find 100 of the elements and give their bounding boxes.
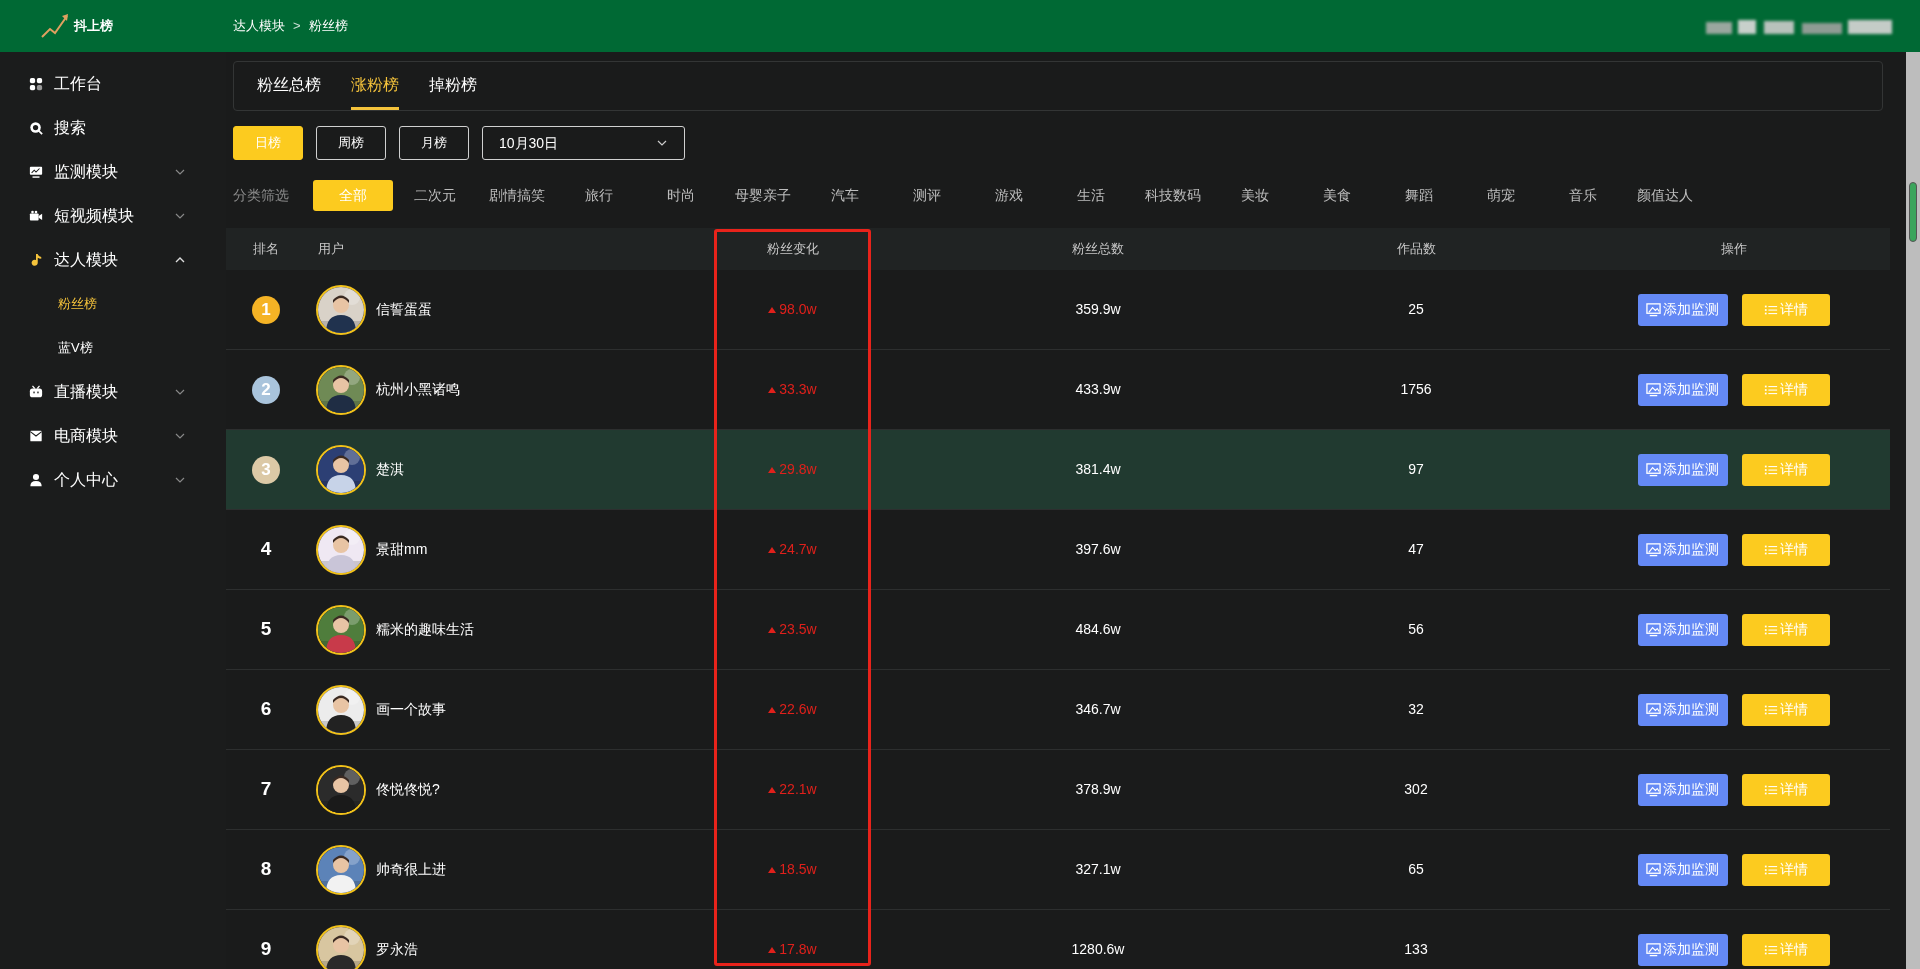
category-option[interactable]: 时尚 [641, 180, 721, 211]
up-triangle-icon [768, 786, 777, 793]
up-triangle-icon [768, 466, 777, 473]
works-count: 97 [1408, 460, 1424, 479]
tab[interactable]: 粉丝总榜 [257, 62, 321, 110]
avatar[interactable] [316, 284, 366, 335]
table-row[interactable]: 8 帅奇很上进 18.5w 327.1w 65 添加监测 详情 [226, 830, 1890, 910]
monitor-icon [1646, 622, 1661, 637]
fans-change: 18.5w [779, 860, 817, 879]
fans-total: 359.9w [1075, 300, 1121, 319]
category-option[interactable]: 生活 [1051, 180, 1131, 211]
user-name[interactable]: 景甜mm [376, 539, 428, 560]
filter-label: 分类筛选 [233, 186, 290, 205]
monitor-icon [1646, 542, 1661, 557]
avatar[interactable] [316, 364, 366, 415]
rank-number: 6 [260, 697, 272, 722]
sidebar-subitem[interactable]: 粉丝榜 [58, 294, 97, 314]
tab[interactable]: 掉粉榜 [429, 62, 477, 110]
works-count: 1756 [1400, 380, 1432, 399]
table-row[interactable]: 5 糯米的趣味生活 23.5w 484.6w 56 添加监测 详情 [226, 590, 1890, 670]
sidebar-item[interactable]: 电商模块 [54, 424, 174, 448]
avatar[interactable] [316, 844, 366, 895]
period-button[interactable]: 月榜 [399, 126, 469, 160]
breadcrumb-item[interactable]: 达人模块 [233, 16, 285, 36]
works-count: 56 [1408, 620, 1424, 639]
sidebar-item[interactable]: 监测模块 [54, 160, 174, 184]
works-count: 133 [1404, 940, 1428, 959]
user-name[interactable]: 糯米的趣味生活 [376, 619, 474, 640]
sidebar-item[interactable]: 直播模块 [54, 380, 174, 404]
category-option[interactable]: 音乐 [1543, 180, 1623, 211]
sidebar-item[interactable]: 达人模块 [54, 248, 174, 272]
period-button[interactable]: 周榜 [316, 126, 386, 160]
avatar[interactable] [316, 764, 366, 815]
avatar[interactable] [316, 524, 366, 575]
sidebar-item[interactable]: 搜索 [54, 116, 186, 140]
avatar[interactable] [316, 684, 366, 735]
fans-total: 381.4w [1075, 460, 1121, 479]
fans-total: 1280.6w [1071, 940, 1125, 959]
works-count: 25 [1408, 300, 1424, 319]
category-option[interactable]: 游戏 [969, 180, 1049, 211]
category-option[interactable]: 科技数码 [1133, 180, 1213, 211]
category-option[interactable]: 颜值达人 [1625, 180, 1705, 211]
sidebar-item[interactable]: 个人中心 [54, 468, 174, 492]
rank-badge: 1 [252, 295, 280, 324]
monitor-icon [1646, 862, 1661, 877]
column-header[interactable]: 用户 [318, 239, 344, 259]
avatar[interactable] [316, 924, 366, 969]
user-name[interactable]: 帅奇很上进 [376, 859, 446, 880]
category-option[interactable]: 旅行 [559, 180, 639, 211]
tab[interactable]: 涨粉榜 [351, 62, 399, 110]
rank-number: 7 [260, 777, 272, 802]
table-row[interactable]: 3 楚淇 29.8w 381.4w 97 添加监测 详情 [226, 430, 1890, 510]
works-count: 65 [1408, 860, 1424, 879]
rank-number: 4 [260, 537, 272, 562]
breadcrumb-item[interactable]: 粉丝榜 [308, 16, 348, 36]
avatar[interactable] [316, 604, 366, 655]
user-name[interactable]: 楚淇 [376, 459, 404, 480]
up-triangle-icon [768, 706, 777, 713]
monitor-icon [1646, 702, 1661, 717]
category-option[interactable]: 汽车 [805, 180, 885, 211]
category-option[interactable]: 母婴亲子 [723, 180, 803, 211]
table-row[interactable]: 1 信誓蛋蛋 98.0w 359.9w 25 添加监测 详情 [226, 270, 1890, 350]
category-option[interactable]: 剧情搞笑 [477, 180, 557, 211]
up-triangle-icon [768, 386, 777, 393]
category-option[interactable]: 舞蹈 [1379, 180, 1459, 211]
music-note-icon [29, 253, 43, 267]
table-row[interactable]: 4 景甜mm 24.7w 397.6w 47 添加监测 详情 [226, 510, 1890, 590]
column-header[interactable]: 作品数 [1396, 239, 1436, 259]
user-name[interactable]: 杭州小黑诸鸣 [376, 379, 460, 400]
category-option[interactable]: 二次元 [395, 180, 475, 211]
sidebar-item[interactable]: 工作台 [54, 72, 186, 96]
fans-total: 433.9w [1075, 380, 1121, 399]
works-count: 47 [1408, 540, 1424, 559]
category-option[interactable]: 萌宠 [1461, 180, 1541, 211]
scrollbar-thumb[interactable] [1909, 182, 1917, 242]
sidebar-subitem[interactable]: 蓝V榜 [58, 338, 93, 358]
date-select[interactable]: 10月30日 [482, 126, 685, 160]
fans-change: 22.1w [779, 780, 817, 799]
user-name[interactable]: 罗永浩 [376, 939, 418, 960]
user-name[interactable]: 佟悦佟悦? [376, 779, 440, 800]
table-row[interactable]: 6 画一个故事 22.6w 346.7w 32 添加监测 详情 [226, 670, 1890, 750]
category-option[interactable]: 美食 [1297, 180, 1377, 211]
fans-change: 24.7w [779, 540, 817, 559]
up-triangle-icon [768, 546, 777, 553]
category-option[interactable]: 测评 [887, 180, 967, 211]
column-header[interactable]: 操作 [1720, 239, 1747, 259]
table-row[interactable]: 9 罗永浩 17.8w 1280.6w 133 添加监测 详情 [226, 910, 1890, 969]
table-row[interactable]: 7 佟悦佟悦? 22.1w 378.9w 302 添加监测 详情 [226, 750, 1890, 830]
avatar[interactable] [316, 444, 366, 495]
category-option[interactable]: 美妆 [1215, 180, 1295, 211]
up-triangle-icon [768, 626, 777, 633]
sidebar-item[interactable]: 短视频模块 [54, 204, 174, 228]
monitor-icon [1646, 382, 1661, 397]
column-header[interactable]: 排名 [253, 239, 279, 259]
up-triangle-icon [768, 946, 777, 953]
user-name[interactable]: 画一个故事 [376, 699, 446, 720]
video-camera-icon [29, 209, 43, 223]
column-header[interactable]: 粉丝变化 [766, 239, 819, 259]
user-name[interactable]: 信誓蛋蛋 [376, 299, 432, 320]
column-header[interactable]: 粉丝总数 [1072, 239, 1124, 259]
